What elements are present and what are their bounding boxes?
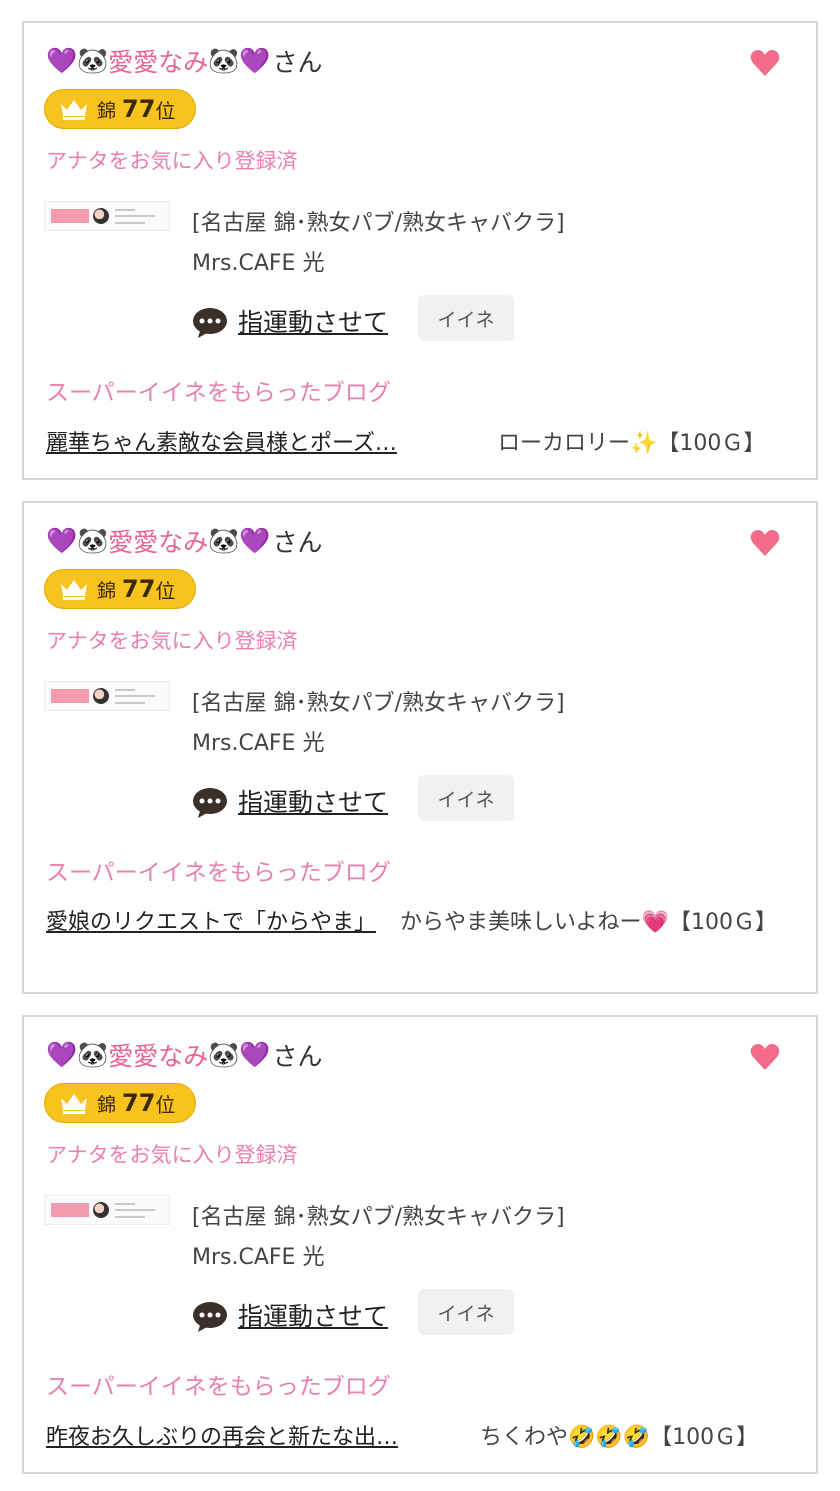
rank-area: 錦 (97, 1093, 117, 1116)
blog-title-link[interactable]: 麗華ちゃん素敵な会員様とポーズ… (46, 425, 397, 457)
user-name: 愛愛なみ (108, 1042, 209, 1071)
shop-name[interactable]: Mrs.CAFE 光 (192, 245, 324, 277)
rank-suffix: 位 (155, 1092, 176, 1117)
user-name: 愛愛なみ (108, 528, 209, 557)
blog-like-card: 💜🐼 愛愛なみ 🐼💜 さん 錦 77 位 アナタをお気に入り登録済 [名古屋 錦… (22, 501, 818, 994)
blog-title-link[interactable]: 昨夜お久しぶりの再会と新たな出… (46, 1419, 398, 1451)
blog-like-card: 💜🐼 愛愛なみ 🐼💜 さん 錦 77 位 アナタをお気に入り登録済 [名古屋 錦… (22, 21, 818, 480)
blog-comment: ちくわや🤣🤣🤣【100Ｇ】 (480, 1425, 759, 1450)
user-name: 愛愛なみ (108, 48, 209, 77)
rank-number: 77 (122, 1089, 156, 1117)
user-prefix-emoji: 💜🐼 (46, 1040, 109, 1069)
user-honorific: さん (272, 528, 323, 557)
message-link[interactable]: 指運動させて (238, 783, 388, 819)
speech-bubble-icon (193, 1302, 227, 1332)
crown-icon (61, 100, 87, 120)
shop-thumbnail[interactable] (44, 681, 170, 711)
user-prefix-emoji: 💜🐼 (46, 46, 109, 75)
rank-suffix: 位 (155, 98, 176, 123)
user-prefix-emoji: 💜🐼 (46, 526, 109, 555)
rank-area: 錦 (97, 579, 117, 602)
blog-comment: からやま美味しいよねー💗【100Ｇ】 (400, 910, 777, 935)
speech-bubble-icon (193, 788, 227, 818)
rank-number: 77 (122, 575, 156, 603)
message-link[interactable]: 指運動させて (238, 1297, 388, 1333)
favorite-status: アナタをお気に入り登録済 (46, 1143, 298, 1167)
user-honorific: さん (272, 1042, 323, 1071)
user-suffix-emoji: 🐼💜 (208, 526, 271, 555)
shop-category: [名古屋 錦･熟女パブ/熟女キャバクラ] (192, 211, 565, 236)
rank-badge: 錦 77 位 (44, 89, 196, 129)
rank-suffix: 位 (155, 578, 176, 603)
iine-button[interactable]: イイネ (418, 295, 514, 341)
rank-badge: 錦 77 位 (44, 569, 196, 609)
user-honorific: さん (272, 48, 323, 77)
user-line[interactable]: 💜🐼 愛愛なみ 🐼💜 さん (46, 1037, 323, 1073)
shop-name[interactable]: Mrs.CAFE 光 (192, 725, 324, 757)
rank-number: 77 (122, 95, 156, 123)
user-suffix-emoji: 🐼💜 (208, 46, 271, 75)
shop-name[interactable]: Mrs.CAFE 光 (192, 1239, 324, 1271)
blog-like-card: 💜🐼 愛愛なみ 🐼💜 さん 錦 77 位 アナタをお気に入り登録済 [名古屋 錦… (22, 1015, 818, 1474)
iine-button[interactable]: イイネ (418, 1289, 514, 1335)
crown-icon (61, 1094, 87, 1114)
blog-comment: ローカロリー✨【100Ｇ】 (498, 431, 766, 456)
iine-button[interactable]: イイネ (418, 775, 514, 821)
message-link[interactable]: 指運動させて (238, 303, 388, 339)
shop-thumbnail[interactable] (44, 1195, 170, 1225)
user-line[interactable]: 💜🐼 愛愛なみ 🐼💜 さん (46, 43, 323, 79)
speech-bubble-icon (193, 308, 227, 338)
super-iine-label: スーパーイイネをもらったブログ (46, 860, 391, 886)
user-suffix-emoji: 🐼💜 (208, 1040, 271, 1069)
heart-icon[interactable] (750, 529, 780, 557)
heart-icon[interactable] (750, 49, 780, 77)
blog-title-link[interactable]: 愛娘のリクエストで「からやま」 (46, 905, 376, 941)
crown-icon (61, 580, 87, 600)
favorite-status: アナタをお気に入り登録済 (46, 629, 298, 653)
shop-category: [名古屋 錦･熟女パブ/熟女キャバクラ] (192, 691, 565, 716)
heart-icon[interactable] (750, 1043, 780, 1071)
shop-category: [名古屋 錦･熟女パブ/熟女キャバクラ] (192, 1205, 565, 1230)
shop-thumbnail[interactable] (44, 201, 170, 231)
rank-area: 錦 (97, 99, 117, 122)
super-iine-label: スーパーイイネをもらったブログ (46, 380, 391, 406)
rank-badge: 錦 77 位 (44, 1083, 196, 1123)
user-line[interactable]: 💜🐼 愛愛なみ 🐼💜 さん (46, 523, 323, 559)
favorite-status: アナタをお気に入り登録済 (46, 149, 298, 173)
super-iine-label: スーパーイイネをもらったブログ (46, 1374, 391, 1400)
